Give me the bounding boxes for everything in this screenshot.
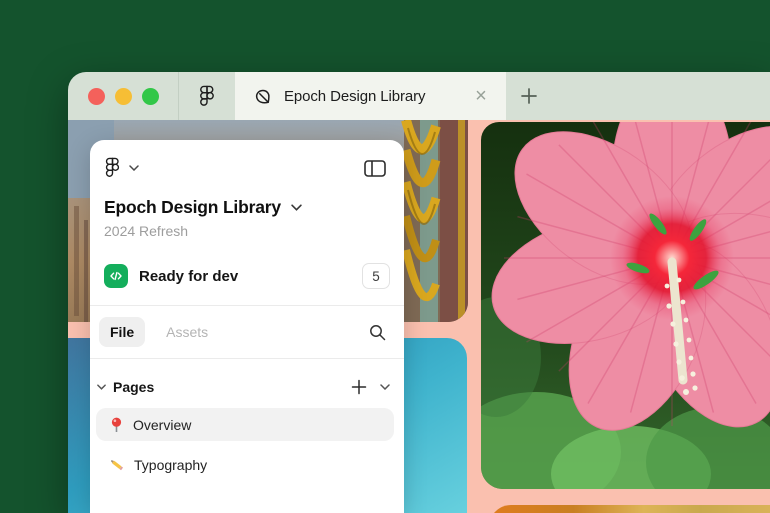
tab-assets[interactable]: Assets [155, 317, 219, 347]
leaf-icon [254, 88, 271, 105]
canvas-image-orange[interactable] [489, 505, 770, 513]
zoom-window-button[interactable] [142, 87, 159, 105]
chevron-down-icon[interactable] [129, 165, 139, 171]
page-item-overview[interactable]: Overview [96, 408, 394, 441]
pages-header-label: Pages [113, 379, 155, 395]
pages-header[interactable]: Pages [90, 359, 404, 400]
file-subtitle: 2024 Refresh [104, 223, 189, 239]
desktop-background: Epoch Design Library × Epoch Design Libr… [0, 0, 770, 513]
close-window-button[interactable] [88, 87, 105, 105]
page-item-typography[interactable]: Typography [96, 448, 394, 481]
canvas-image-hibiscus[interactable] [481, 122, 770, 489]
tab-epoch-design-library[interactable]: Epoch Design Library × [235, 72, 506, 120]
chevron-down-icon[interactable] [380, 384, 390, 390]
figma-logo-icon[interactable] [105, 157, 120, 179]
hibiscus-photo [481, 122, 770, 489]
home-button[interactable] [179, 85, 235, 108]
minimize-window-button[interactable] [115, 87, 132, 105]
add-page-button[interactable] [351, 379, 367, 395]
page-label: Typography [134, 456, 208, 473]
chevron-down-icon[interactable] [97, 384, 106, 390]
sidebar-toggle-icon[interactable] [364, 159, 386, 177]
file-title: Epoch Design Library [104, 197, 281, 217]
code-icon [104, 264, 128, 288]
plus-icon [520, 87, 538, 105]
close-tab-button[interactable]: × [468, 83, 494, 109]
search-icon[interactable] [369, 324, 386, 341]
ready-for-dev-row[interactable]: Ready for dev 5 [90, 239, 404, 289]
ready-for-dev-label: Ready for dev [139, 267, 239, 285]
ready-count-badge: 5 [362, 263, 390, 289]
panel-header [90, 140, 404, 182]
pushpin-icon [109, 417, 124, 433]
figma-logo-icon [199, 85, 215, 108]
pencil-icon [109, 457, 125, 473]
figma-window: Epoch Design Library × Epoch Design Libr… [68, 72, 770, 513]
figma-canvas[interactable]: Epoch Design Library 2024 Refresh Ready … [68, 120, 770, 513]
page-list: Overview Typography [90, 400, 404, 481]
file-title-row[interactable]: Epoch Design Library [90, 182, 404, 218]
tab-file[interactable]: File [99, 317, 146, 347]
file-panel: Epoch Design Library 2024 Refresh Ready … [90, 140, 404, 513]
new-tab-button[interactable] [506, 72, 552, 120]
panel-tabs: File Assets [90, 306, 404, 359]
chevron-down-icon[interactable] [291, 204, 302, 211]
tab-title: Epoch Design Library [284, 87, 426, 105]
page-label: Overview [133, 416, 192, 433]
traffic-lights [68, 87, 159, 105]
window-tab-bar: Epoch Design Library × [68, 72, 770, 120]
